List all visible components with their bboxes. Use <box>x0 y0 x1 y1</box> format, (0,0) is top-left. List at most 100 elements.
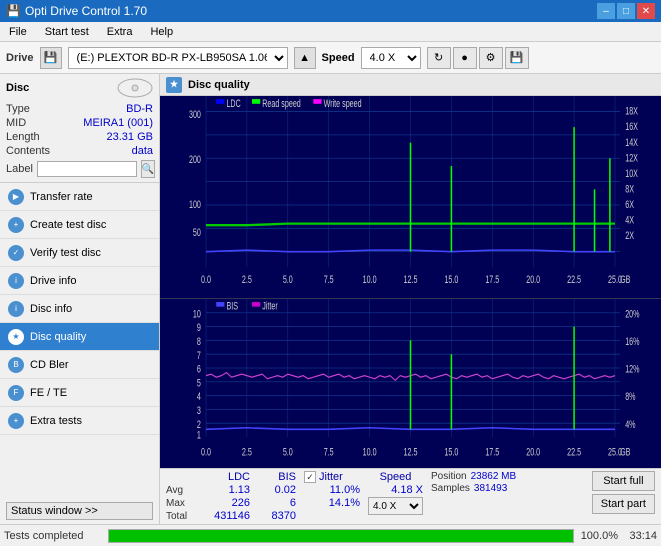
svg-text:10: 10 <box>193 308 201 320</box>
svg-text:20%: 20% <box>625 308 639 320</box>
jitter-checkbox[interactable]: ✓ <box>304 471 316 483</box>
start-full-button[interactable]: Start full <box>592 471 655 491</box>
svg-text:GB: GB <box>620 273 630 285</box>
svg-text:17.5: 17.5 <box>485 446 499 458</box>
svg-text:5.0: 5.0 <box>283 273 293 285</box>
svg-text:1: 1 <box>197 429 201 441</box>
drive-select[interactable]: (E:) PLEXTOR BD-R PX-LB950SA 1.06 <box>68 47 288 69</box>
svg-text:22.5: 22.5 <box>567 446 581 458</box>
cd-bler-label: CD Bler <box>30 359 69 371</box>
sidebar-item-disc-quality[interactable]: ★ Disc quality <box>0 323 159 351</box>
upper-chart: 300 200 100 50 18X 16X 14X 12X 10X 8X 6X… <box>160 96 661 299</box>
svg-text:12X: 12X <box>625 152 638 164</box>
svg-text:GB: GB <box>620 446 630 458</box>
svg-text:16%: 16% <box>625 336 639 348</box>
svg-text:15.0: 15.0 <box>444 446 458 458</box>
eject-button[interactable]: ▲ <box>294 47 316 69</box>
avg-bis: 0.02 <box>266 484 296 496</box>
sidebar: Disc Type BD-R MID MEIRA1 (001) Length 2… <box>0 74 160 524</box>
svg-text:15.0: 15.0 <box>444 273 458 285</box>
verify-test-disc-label: Verify test disc <box>30 247 101 259</box>
create-test-disc-icon: + <box>8 217 24 233</box>
svg-text:12%: 12% <box>625 364 639 376</box>
svg-text:20.0: 20.0 <box>526 446 540 458</box>
max-label: Max <box>166 498 194 509</box>
contents-label: Contents <box>6 145 50 157</box>
app-title: 💾 Opti Drive Control 1.70 <box>6 4 147 18</box>
svg-text:Write speed: Write speed <box>324 97 362 109</box>
length-label: Length <box>6 131 40 143</box>
contents-value: data <box>132 145 153 157</box>
close-button[interactable]: ✕ <box>637 3 655 19</box>
svg-text:7.5: 7.5 <box>324 273 334 285</box>
mid-label: MID <box>6 117 26 129</box>
fe-te-label: FE / TE <box>30 387 67 399</box>
svg-text:BIS: BIS <box>226 301 238 313</box>
sidebar-item-cd-bler[interactable]: B CD Bler <box>0 351 159 379</box>
cd-bler-icon: B <box>8 357 24 373</box>
svg-text:12.5: 12.5 <box>404 446 418 458</box>
start-part-button[interactable]: Start part <box>592 494 655 514</box>
progress-time: 33:14 <box>622 530 657 542</box>
svg-text:100: 100 <box>189 199 201 211</box>
samples-value: 381493 <box>474 483 507 494</box>
svg-text:9: 9 <box>197 322 201 334</box>
sidebar-item-disc-info[interactable]: i Disc info <box>0 295 159 323</box>
speed-select[interactable]: 4.0 X <box>361 47 421 69</box>
total-bis: 8370 <box>266 510 296 522</box>
svg-text:8%: 8% <box>625 391 635 403</box>
jitter-header: Jitter <box>319 471 343 483</box>
disc-quality-icon: ★ <box>8 329 24 345</box>
charts-area: 300 200 100 50 18X 16X 14X 12X 10X 8X 6X… <box>160 96 661 468</box>
svg-text:18X: 18X <box>625 105 638 117</box>
drive-icon-btn[interactable]: 💾 <box>40 47 62 69</box>
sidebar-item-extra-tests[interactable]: + Extra tests <box>0 407 159 435</box>
settings-icon[interactable]: ⚙ <box>479 47 503 69</box>
svg-text:16X: 16X <box>625 121 638 133</box>
sidebar-item-fe-te[interactable]: F FE / TE <box>0 379 159 407</box>
svg-text:2X: 2X <box>625 230 634 242</box>
maximize-button[interactable]: □ <box>617 3 635 19</box>
svg-text:5.0: 5.0 <box>283 446 293 458</box>
menu-file[interactable]: File <box>4 25 32 39</box>
svg-text:300: 300 <box>189 108 201 120</box>
svg-text:8: 8 <box>197 336 201 348</box>
lower-chart-svg: 10 9 8 7 6 5 4 3 2 1 20% 16% 12% 8% 4% <box>160 299 661 468</box>
menu-start-test[interactable]: Start test <box>40 25 94 39</box>
sidebar-item-create-test-disc[interactable]: + Create test disc <box>0 211 159 239</box>
mid-value: MEIRA1 (001) <box>83 117 153 129</box>
menu-extra[interactable]: Extra <box>102 25 138 39</box>
svg-text:2.5: 2.5 <box>242 446 252 458</box>
speed-stat-select[interactable]: 4.0 X <box>368 497 423 515</box>
disc-label-btn[interactable]: 🔍 <box>141 160 155 178</box>
app-title-text: Opti Drive Control 1.70 <box>25 4 147 18</box>
max-jitter: 14.1% <box>320 497 360 509</box>
position-value: 23862 MB <box>471 471 517 482</box>
svg-text:50: 50 <box>193 227 201 239</box>
svg-text:4: 4 <box>197 391 201 403</box>
progress-bar-inner <box>109 530 573 542</box>
sidebar-item-transfer-rate[interactable]: ▶ Transfer rate <box>0 183 159 211</box>
disc-label-input[interactable] <box>37 161 137 177</box>
disc-svg-icon <box>117 78 153 98</box>
disc-icon[interactable]: ● <box>453 47 477 69</box>
extra-tests-label: Extra tests <box>30 415 82 427</box>
menu-help[interactable]: Help <box>145 25 178 39</box>
disc-panel: Disc Type BD-R MID MEIRA1 (001) Length 2… <box>0 74 159 183</box>
bis-header: BIS <box>266 471 296 483</box>
svg-text:20.0: 20.0 <box>526 273 540 285</box>
progress-percent: 100.0% <box>578 530 618 542</box>
svg-text:4X: 4X <box>625 214 634 226</box>
sidebar-item-drive-info[interactable]: i Drive info <box>0 267 159 295</box>
status-window-button[interactable]: Status window >> <box>6 502 153 520</box>
max-bis: 6 <box>266 497 296 509</box>
svg-text:2.5: 2.5 <box>242 273 252 285</box>
save-icon[interactable]: 💾 <box>505 47 529 69</box>
svg-text:10.0: 10.0 <box>363 273 377 285</box>
sidebar-item-verify-test-disc[interactable]: ✓ Verify test disc <box>0 239 159 267</box>
minimize-button[interactable]: – <box>597 3 615 19</box>
refresh-icon[interactable]: ↻ <box>427 47 451 69</box>
app-icon: 💾 <box>6 4 21 18</box>
extra-tests-icon: + <box>8 413 24 429</box>
main-area: Disc Type BD-R MID MEIRA1 (001) Length 2… <box>0 74 661 524</box>
